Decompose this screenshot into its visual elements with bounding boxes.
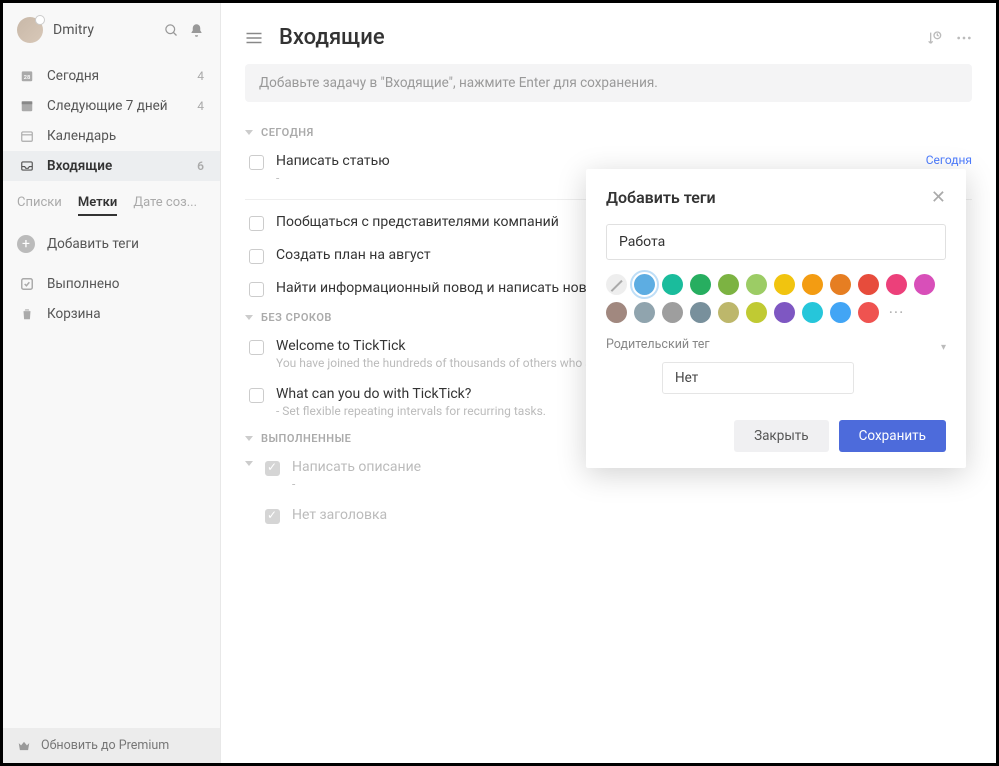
tab-tags[interactable]: Метки <box>78 195 118 216</box>
task-checkbox[interactable] <box>265 509 280 524</box>
nav-trash[interactable]: Корзина <box>3 299 220 329</box>
caret-icon: ▾ <box>941 342 946 353</box>
tab-lists[interactable]: Списки <box>17 195 62 216</box>
task-checkbox[interactable] <box>249 249 264 264</box>
upgrade-premium[interactable]: Обновить до Premium <box>3 728 220 763</box>
nav-next7-count: 4 <box>197 99 204 113</box>
premium-label: Обновить до Premium <box>41 738 169 753</box>
parent-tag-select[interactable]: Нет <box>662 362 854 394</box>
crown-icon <box>17 739 31 753</box>
nav-next7[interactable]: Следующие 7 дней 4 <box>3 91 220 121</box>
nav-today-label: Сегодня <box>47 68 99 84</box>
check-icon <box>17 277 37 291</box>
color-swatch[interactable] <box>634 302 655 323</box>
more-icon[interactable] <box>956 36 972 40</box>
task-checkbox[interactable] <box>249 216 264 231</box>
close-icon[interactable]: ✕ <box>931 187 946 208</box>
color-swatch[interactable] <box>914 274 935 295</box>
user-name: Dmitry <box>53 22 154 38</box>
color-swatch[interactable] <box>830 302 851 323</box>
nav-completed[interactable]: Выполнено <box>3 269 220 299</box>
color-swatch[interactable] <box>746 302 767 323</box>
task-due: Сегодня <box>926 153 972 167</box>
task-title: Нет заголовка <box>292 507 972 523</box>
nav-trash-label: Корзина <box>47 306 101 322</box>
task-title: Написать статью <box>276 153 914 169</box>
page-title: Входящие <box>279 25 912 50</box>
tag-name-input[interactable] <box>606 224 946 260</box>
plus-icon: + <box>17 235 35 253</box>
sidebar-header: Dmitry <box>3 3 220 57</box>
color-swatch[interactable] <box>662 274 683 295</box>
parent-tag-label: Родительский тег <box>606 337 710 352</box>
nav-inbox[interactable]: Входящие 6 <box>3 151 220 181</box>
color-swatch[interactable] <box>746 274 767 295</box>
search-icon[interactable] <box>164 23 179 38</box>
inbox-icon <box>17 159 37 173</box>
menu-icon[interactable] <box>245 31 263 45</box>
color-swatch[interactable] <box>690 274 711 295</box>
task-checkbox[interactable] <box>249 155 264 170</box>
section-today[interactable]: СЕГОДНЯ <box>245 120 972 145</box>
color-swatch[interactable] <box>662 302 683 323</box>
nav-inbox-count: 6 <box>197 159 204 173</box>
color-swatch[interactable] <box>830 274 851 295</box>
color-swatch[interactable] <box>718 274 739 295</box>
dialog-close-button[interactable]: Закрыть <box>734 420 829 452</box>
nav-completed-label: Выполнено <box>47 276 120 292</box>
sidebar-bottom-nav: Выполнено Корзина <box>3 265 220 329</box>
user-avatar[interactable] <box>17 17 43 43</box>
color-swatches: ··· <box>606 274 946 323</box>
calendar-week-icon <box>17 99 37 113</box>
task-sub: - <box>292 477 972 491</box>
svg-text:28: 28 <box>24 75 31 81</box>
color-swatch[interactable] <box>858 302 879 323</box>
parent-tag-value: Нет <box>675 370 698 386</box>
color-swatch[interactable] <box>606 302 627 323</box>
nav-today-count: 4 <box>197 69 204 83</box>
calendar-day-icon: 28 <box>17 69 37 83</box>
calendar-icon <box>17 129 37 143</box>
add-tags-button[interactable]: + Добавить теги <box>3 223 220 265</box>
dialog-title: Добавить теги <box>606 188 931 207</box>
nav-next7-label: Следующие 7 дней <box>47 98 168 114</box>
trash-icon <box>17 307 37 321</box>
nav-calendar-label: Календарь <box>47 128 116 144</box>
task-checkbox[interactable] <box>249 388 264 403</box>
color-swatch[interactable] <box>690 302 711 323</box>
nav-inbox-label: Входящие <box>47 158 112 174</box>
task-checkbox[interactable] <box>249 282 264 297</box>
more-colors[interactable]: ··· <box>886 302 907 323</box>
task-row[interactable]: Нет заголовка <box>261 499 972 532</box>
sort-icon[interactable] <box>926 30 942 46</box>
main-header: Входящие <box>245 3 972 64</box>
color-swatch[interactable] <box>634 274 655 295</box>
color-swatch[interactable] <box>718 302 739 323</box>
nav-calendar[interactable]: Календарь <box>3 121 220 151</box>
add-tags-dialog: Добавить теги ✕ ··· Родительский тег ▾ Н… <box>586 169 966 468</box>
dialog-save-button[interactable]: Сохранить <box>839 420 946 452</box>
nav-today[interactable]: 28 Сегодня 4 <box>3 61 220 91</box>
add-task-placeholder: Добавьте задачу в "Входящие", нажмите En… <box>259 75 658 91</box>
tab-custom[interactable]: Дате соз... <box>133 195 197 216</box>
color-swatch[interactable] <box>774 302 795 323</box>
chevron-down-icon[interactable] <box>245 461 253 466</box>
sidebar-tabs: Списки Метки Дате соз... <box>3 185 220 223</box>
primary-nav: 28 Сегодня 4 Следующие 7 дней 4 Календар… <box>3 57 220 185</box>
color-none[interactable] <box>606 274 627 295</box>
notifications-icon[interactable] <box>189 23 204 38</box>
task-checkbox[interactable] <box>249 340 264 355</box>
color-swatch[interactable] <box>886 274 907 295</box>
main-panel: Входящие Добавьте задачу в "Входящие", н… <box>221 3 996 763</box>
color-swatch[interactable] <box>858 274 879 295</box>
add-tags-label: Добавить теги <box>47 236 139 252</box>
add-task-input[interactable]: Добавьте задачу в "Входящие", нажмите En… <box>245 64 972 102</box>
color-swatch[interactable] <box>802 274 823 295</box>
sidebar: Dmitry 28 Сегодня 4 Следующие 7 дней 4 К… <box>3 3 221 763</box>
task-checkbox[interactable] <box>265 461 280 476</box>
color-swatch[interactable] <box>802 302 823 323</box>
color-swatch[interactable] <box>774 274 795 295</box>
